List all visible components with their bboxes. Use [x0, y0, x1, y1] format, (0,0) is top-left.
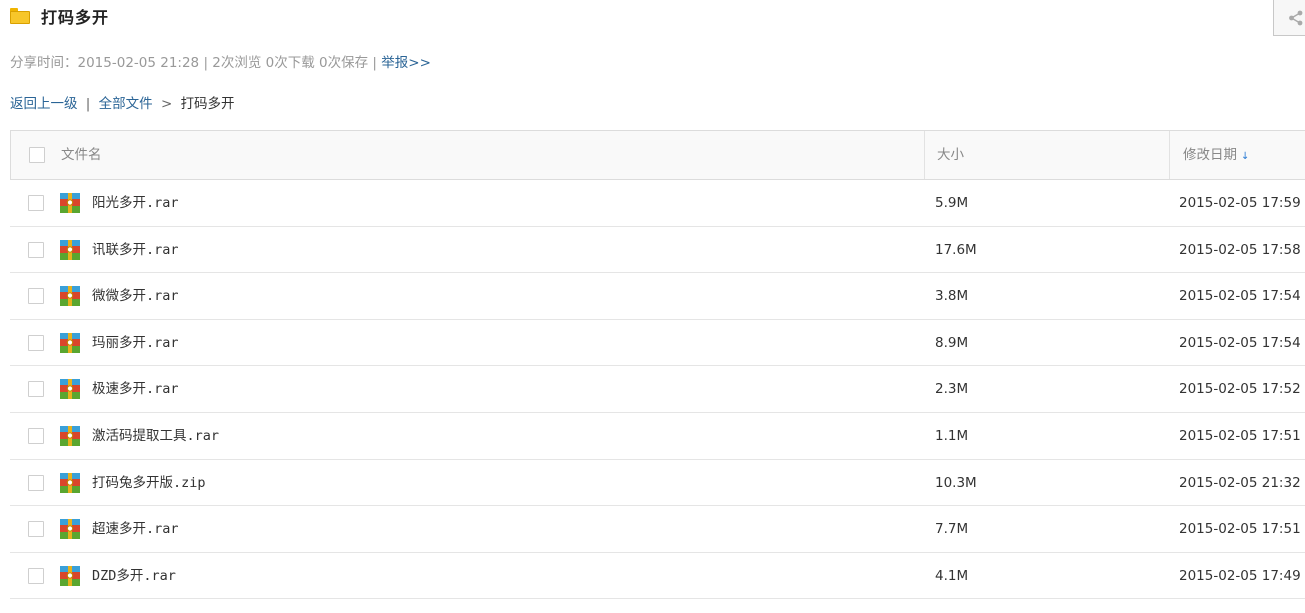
file-date: 2015-02-05 17:51: [1179, 521, 1301, 538]
share-info: 分享时间：2015-02-05 21:28 | 2次浏览 0次下载 0次保存 |…: [10, 51, 431, 71]
file-size: 17.6M: [935, 241, 977, 258]
row-checkbox[interactable]: [28, 241, 44, 258]
file-size: 1.1M: [935, 427, 969, 444]
file-date: 2015-02-05 17:52: [1179, 381, 1301, 398]
file-name-link[interactable]: DZD多开.rar: [92, 553, 176, 599]
row-checkbox[interactable]: [28, 521, 44, 538]
archive-file-icon: [60, 193, 80, 213]
table-row[interactable]: 阳光多开.rar 5.9M 2015-02-05 17:59: [10, 180, 1305, 227]
file-size: 4.1M: [935, 567, 969, 584]
file-date: 2015-02-05 17:54: [1179, 288, 1301, 305]
breadcrumb-separator: >: [160, 96, 173, 112]
archive-file-icon: [60, 519, 80, 540]
table-row[interactable]: 超速多开.rar 7.7M 2015-02-05 17:51: [10, 506, 1305, 553]
header-name[interactable]: 文件名: [61, 131, 102, 179]
row-checkbox[interactable]: [28, 567, 44, 584]
row-checkbox[interactable]: [28, 195, 44, 211]
file-size: 7.7M: [935, 521, 969, 538]
file-date: 2015-02-05 17:59: [1179, 195, 1301, 211]
file-size: 2.3M: [935, 381, 969, 398]
table-row[interactable]: 激活码提取工具.rar 1.1M 2015-02-05 17:51: [10, 413, 1305, 460]
share-button[interactable]: [1273, 0, 1305, 36]
file-size: 8.9M: [935, 334, 969, 351]
table-row[interactable]: 微微多开.rar 3.8M 2015-02-05 17:54: [10, 273, 1305, 320]
title-bar: 打码多开: [10, 4, 109, 28]
file-date: 2015-02-05 17:58: [1179, 241, 1301, 258]
row-checkbox[interactable]: [28, 381, 44, 398]
table-header: 文件名 大小 修改日期 ↓: [10, 130, 1305, 180]
file-name-link[interactable]: 讯联多开.rar: [92, 227, 179, 273]
table-row[interactable]: DZD多开.rar 4.1M 2015-02-05 17:49: [10, 553, 1305, 600]
file-name-link[interactable]: 微微多开.rar: [92, 273, 179, 319]
share-stats: 分享时间：2015-02-05 21:28 | 2次浏览 0次下载 0次保存 |: [10, 55, 377, 71]
header-date[interactable]: 修改日期 ↓: [1169, 131, 1305, 179]
row-checkbox[interactable]: [28, 474, 44, 491]
file-size: 10.3M: [935, 474, 977, 491]
all-files-link[interactable]: 全部文件: [99, 96, 153, 112]
file-size: 5.9M: [935, 195, 969, 211]
row-checkbox[interactable]: [28, 334, 44, 351]
select-all-checkbox[interactable]: [29, 147, 45, 163]
file-date: 2015-02-05 17:49: [1179, 567, 1301, 584]
archive-file-icon: [60, 425, 80, 446]
report-link[interactable]: 举报>>: [381, 55, 431, 71]
file-size: 3.8M: [935, 288, 969, 305]
archive-file-icon: [60, 239, 80, 260]
page-title: 打码多开: [41, 8, 110, 27]
header-size-label: 大小: [937, 147, 964, 163]
table-row[interactable]: 玛丽多开.rar 8.9M 2015-02-05 17:54: [10, 320, 1305, 367]
archive-file-icon: [60, 472, 80, 493]
header-date-label: 修改日期: [1183, 147, 1237, 163]
table-row[interactable]: 打码兔多开版.zip 10.3M 2015-02-05 21:32: [10, 460, 1305, 507]
folder-icon: [10, 8, 30, 24]
file-date: 2015-02-05 21:32: [1179, 474, 1301, 491]
header-size[interactable]: 大小: [924, 131, 1169, 179]
row-checkbox[interactable]: [28, 288, 44, 305]
file-name-link[interactable]: 激活码提取工具.rar: [92, 413, 219, 459]
archive-file-icon: [60, 379, 80, 400]
breadcrumb-current: 打码多开: [180, 96, 235, 112]
sort-down-icon: ↓: [1241, 151, 1250, 162]
file-name-link[interactable]: 玛丽多开.rar: [92, 320, 179, 366]
breadcrumb: 返回上一级 | 全部文件 > 打码多开: [10, 92, 235, 112]
file-name-link[interactable]: 阳光多开.rar: [92, 180, 179, 226]
archive-file-icon: [60, 286, 80, 307]
file-table: 文件名 大小 修改日期 ↓ 阳光多开.rar 5.9M 2015-02-05 17…: [10, 130, 1305, 600]
breadcrumb-separator: |: [85, 96, 91, 112]
file-date: 2015-02-05 17:54: [1179, 334, 1301, 351]
archive-file-icon: [60, 565, 80, 586]
file-date: 2015-02-05 17:51: [1179, 427, 1301, 444]
file-name-link[interactable]: 极速多开.rar: [92, 366, 179, 412]
file-name-link[interactable]: 超速多开.rar: [92, 506, 179, 552]
file-name-link[interactable]: 打码兔多开版.zip: [92, 460, 206, 506]
file-list: 阳光多开.rar 5.9M 2015-02-05 17:59 讯联多开.rar …: [10, 180, 1305, 600]
row-checkbox[interactable]: [28, 427, 44, 444]
table-row[interactable]: 讯联多开.rar 17.6M 2015-02-05 17:58: [10, 227, 1305, 274]
table-row[interactable]: 极速多开.rar 2.3M 2015-02-05 17:52: [10, 366, 1305, 413]
archive-file-icon: [60, 332, 80, 353]
back-link[interactable]: 返回上一级: [10, 96, 78, 112]
share-icon: [1289, 10, 1303, 26]
